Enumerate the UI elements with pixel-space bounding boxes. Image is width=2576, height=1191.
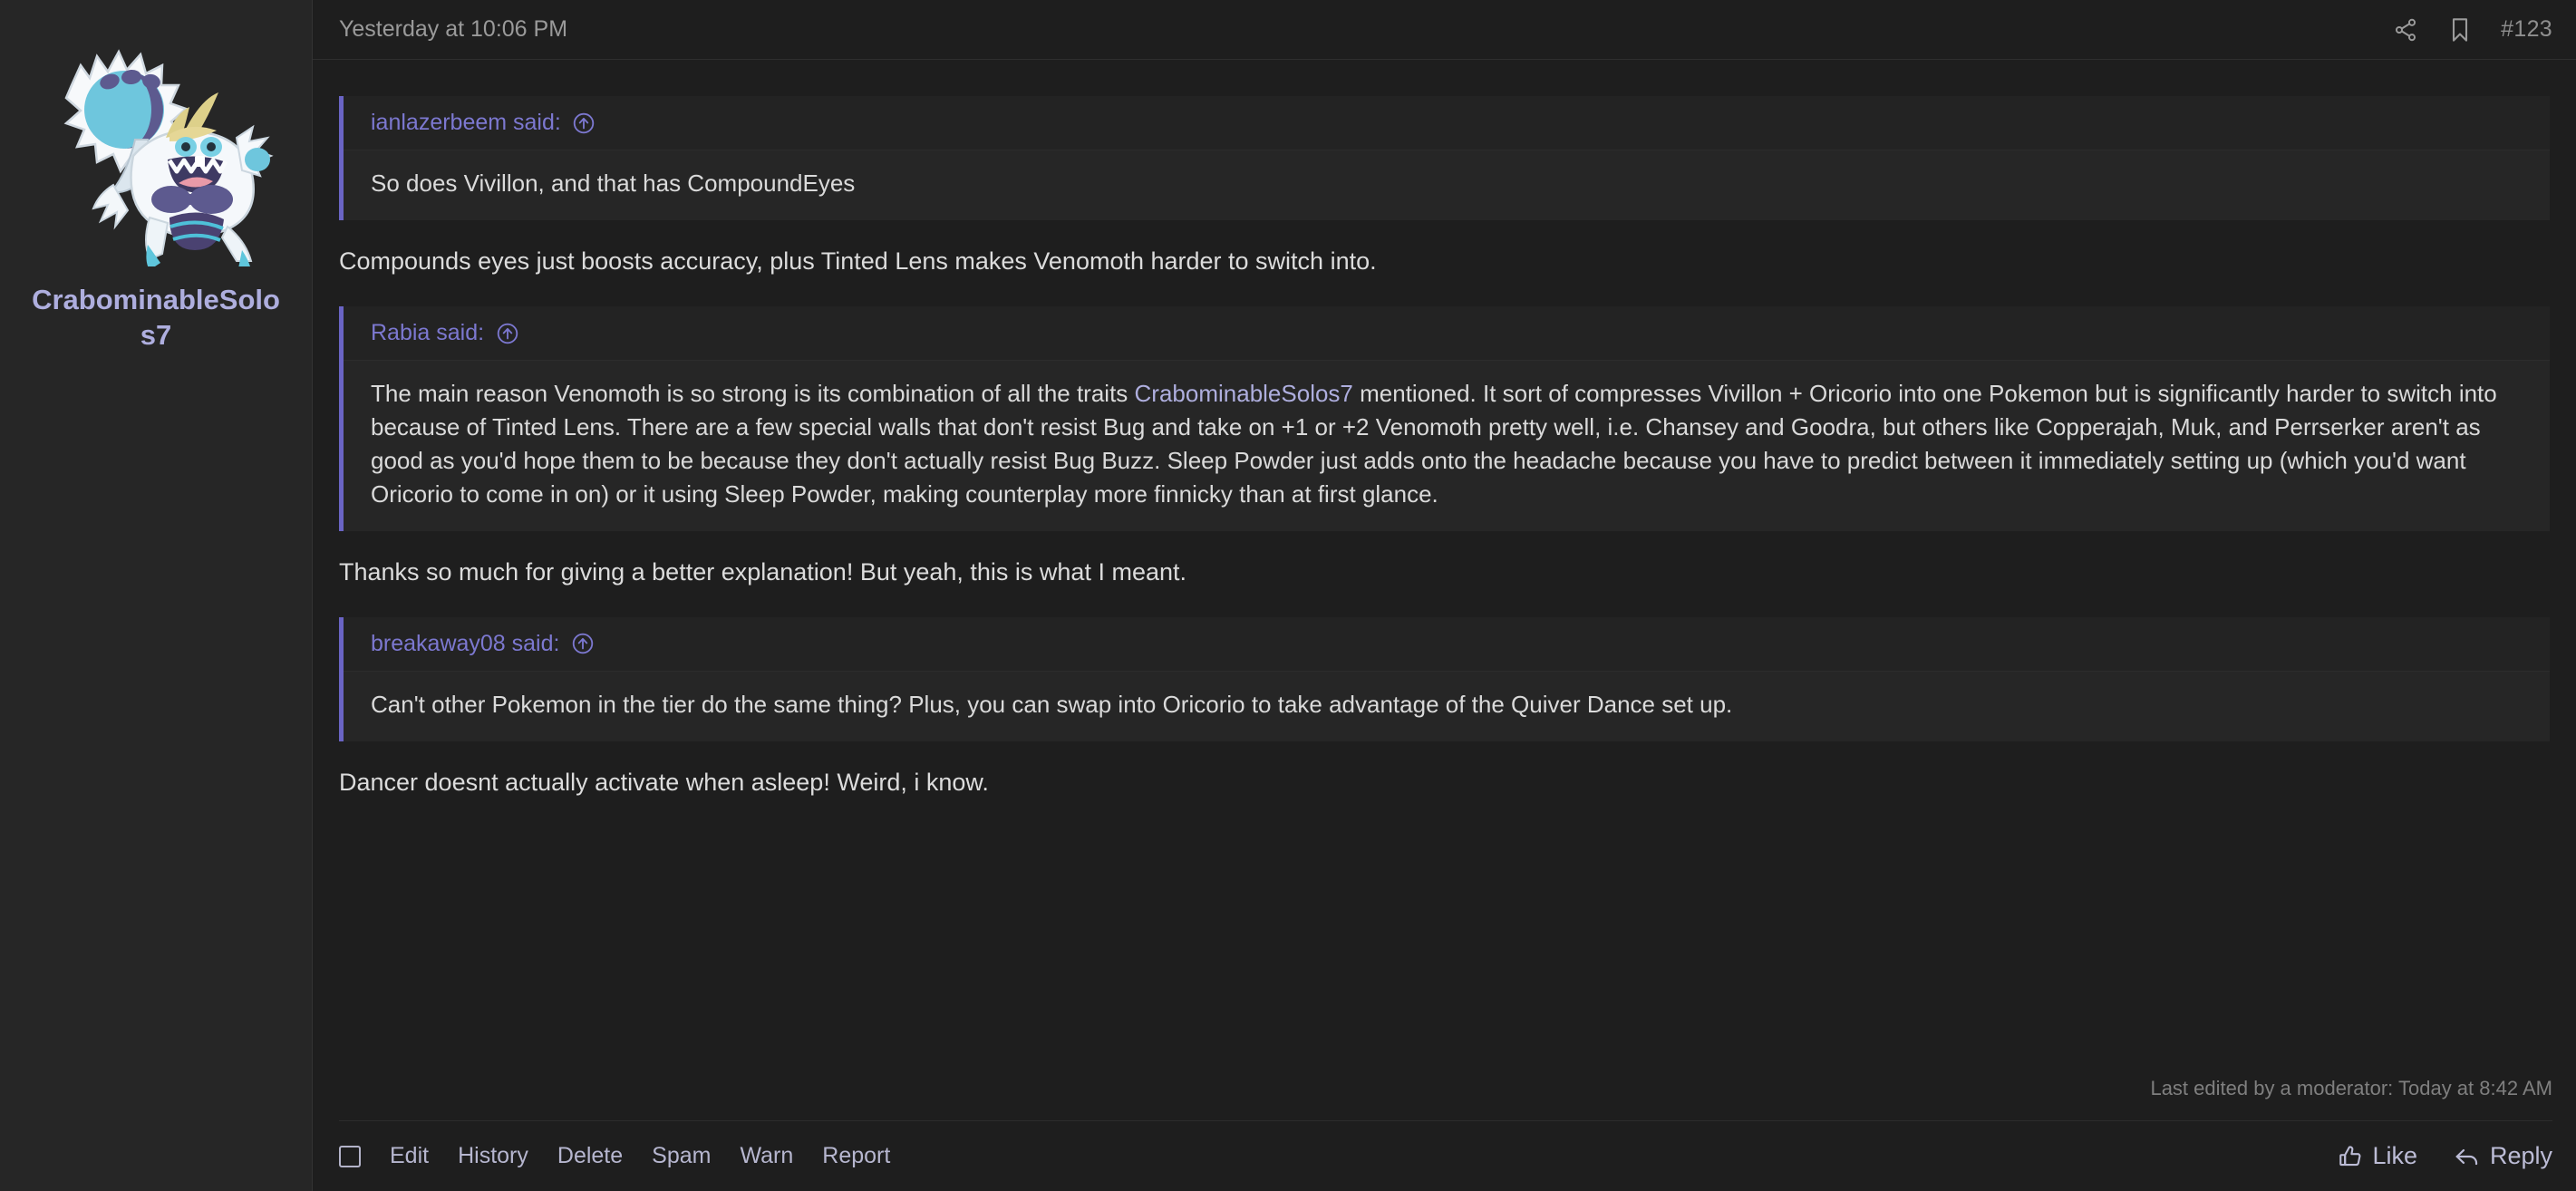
jump-to-quote-icon[interactable] [495, 321, 519, 345]
post-message-body: ianlazerbeem said: So does Vivillon, and… [313, 60, 2576, 1077]
quote-author-name[interactable]: breakaway08 said: [371, 631, 559, 657]
post-content-column: Yesterday at 10:06 PM #123 ianlazerbeem … [313, 0, 2576, 1191]
author-username[interactable]: CrabominableSolos7 [32, 283, 281, 353]
quote-text: So does Vivillon, and that has CompoundE… [344, 150, 2550, 220]
quote-text: Can't other Pokemon in the tier do the s… [344, 671, 2550, 741]
thumbs-up-icon [2338, 1144, 2363, 1169]
jump-to-quote-icon[interactable] [572, 111, 596, 135]
bookmark-icon[interactable] [2446, 16, 2474, 44]
quote-text-lead: The main reason Venomoth is so strong is… [371, 380, 1135, 408]
blockquote-breakaway08: breakaway08 said: Can't other Pokemon in… [339, 616, 2550, 741]
post-author-column: CrabominableSolos7 [0, 0, 313, 1191]
post-number[interactable]: #123 [2501, 16, 2552, 43]
reply-button[interactable]: Reply [2454, 1142, 2552, 1170]
post-reactions: Like Reply [2338, 1142, 2552, 1170]
post-paragraph: Dancer doesnt actually activate when asl… [339, 768, 989, 796]
spam-button[interactable]: Spam [652, 1143, 711, 1169]
reply-arrow-icon [2454, 1144, 2481, 1169]
edit-button[interactable]: Edit [390, 1143, 429, 1169]
quote-text: The main reason Venomoth is so strong is… [344, 361, 2550, 531]
quote-attribution: breakaway08 said: [344, 616, 2550, 672]
quote-attribution: ianlazerbeem said: [344, 96, 2550, 150]
quote-author-name[interactable]: ianlazerbeem said: [371, 110, 561, 136]
post-paragraph: Thanks so much for giving a better expla… [339, 557, 1186, 586]
share-icon[interactable] [2392, 16, 2419, 44]
post-action-bar: Edit History Delete Spam Warn Report Lik… [339, 1120, 2552, 1191]
post-paragraph: Compounds eyes just boosts accuracy, plu… [339, 247, 1377, 275]
post-header-actions: #123 [2392, 16, 2552, 44]
post-timestamp[interactable]: Yesterday at 10:06 PM [339, 16, 567, 43]
history-button[interactable]: History [458, 1143, 528, 1169]
blockquote-ianlazerbeem: ianlazerbeem said: So does Vivillon, and… [339, 96, 2550, 220]
blockquote-rabia: Rabia said: The main reason Venomoth is … [339, 306, 2550, 531]
post-header: Yesterday at 10:06 PM #123 [313, 0, 2576, 60]
report-button[interactable]: Report [822, 1143, 890, 1169]
avatar[interactable] [34, 22, 278, 266]
moderation-actions: Edit History Delete Spam Warn Report [339, 1143, 890, 1169]
like-button[interactable]: Like [2338, 1142, 2417, 1170]
post-footer: Last edited by a moderator: Today at 8:4… [313, 1077, 2576, 1191]
like-label: Like [2372, 1142, 2417, 1169]
delete-button[interactable]: Delete [557, 1143, 623, 1169]
post-container: CrabominableSolos7 Yesterday at 10:06 PM… [0, 0, 2576, 1191]
last-edited-note: Last edited by a moderator: Today at 8:4… [2150, 1077, 2552, 1099]
warn-button[interactable]: Warn [740, 1143, 793, 1169]
jump-to-quote-icon[interactable] [570, 632, 595, 656]
quote-attribution: Rabia said: [344, 306, 2550, 362]
quote-author-name[interactable]: Rabia said: [371, 320, 484, 346]
user-mention-link[interactable]: CrabominableSolos7 [1135, 380, 1353, 407]
select-post-checkbox[interactable] [339, 1145, 361, 1167]
reply-label: Reply [2489, 1142, 2552, 1169]
